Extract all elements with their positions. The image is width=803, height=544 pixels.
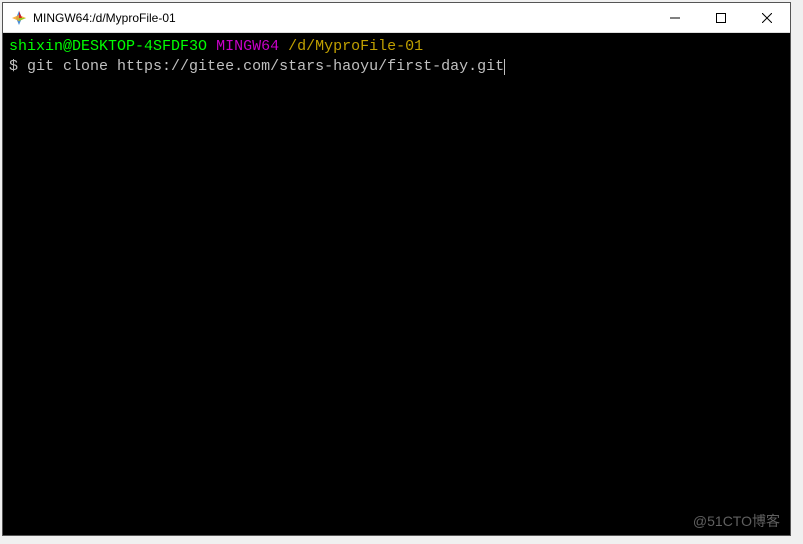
terminal-window: MINGW64:/d/MyproFile-01 shixin@DESKTOP-4… (2, 2, 791, 536)
env-label: MINGW64 (216, 38, 279, 55)
prompt-symbol: $ (9, 58, 18, 75)
cursor (504, 59, 505, 75)
window-title: MINGW64:/d/MyproFile-01 (33, 11, 652, 25)
command-line: $ git clone https://gitee.com/stars-haoy… (9, 57, 784, 77)
command-text: git clone https://gitee.com/stars-haoyu/… (27, 58, 504, 75)
terminal-body[interactable]: shixin@DESKTOP-4SFDF3O MINGW64 /d/MyproF… (3, 33, 790, 535)
prompt-line: shixin@DESKTOP-4SFDF3O MINGW64 /d/MyproF… (9, 37, 784, 57)
close-button[interactable] (744, 3, 790, 32)
titlebar[interactable]: MINGW64:/d/MyproFile-01 (3, 3, 790, 33)
user-host: shixin@DESKTOP-4SFDF3O (9, 38, 207, 55)
maximize-button[interactable] (698, 3, 744, 32)
window-controls (652, 3, 790, 32)
cwd-path: /d/MyproFile-01 (288, 38, 423, 55)
watermark: @51CTO博客 (693, 512, 780, 531)
minimize-button[interactable] (652, 3, 698, 32)
app-icon (11, 10, 27, 26)
